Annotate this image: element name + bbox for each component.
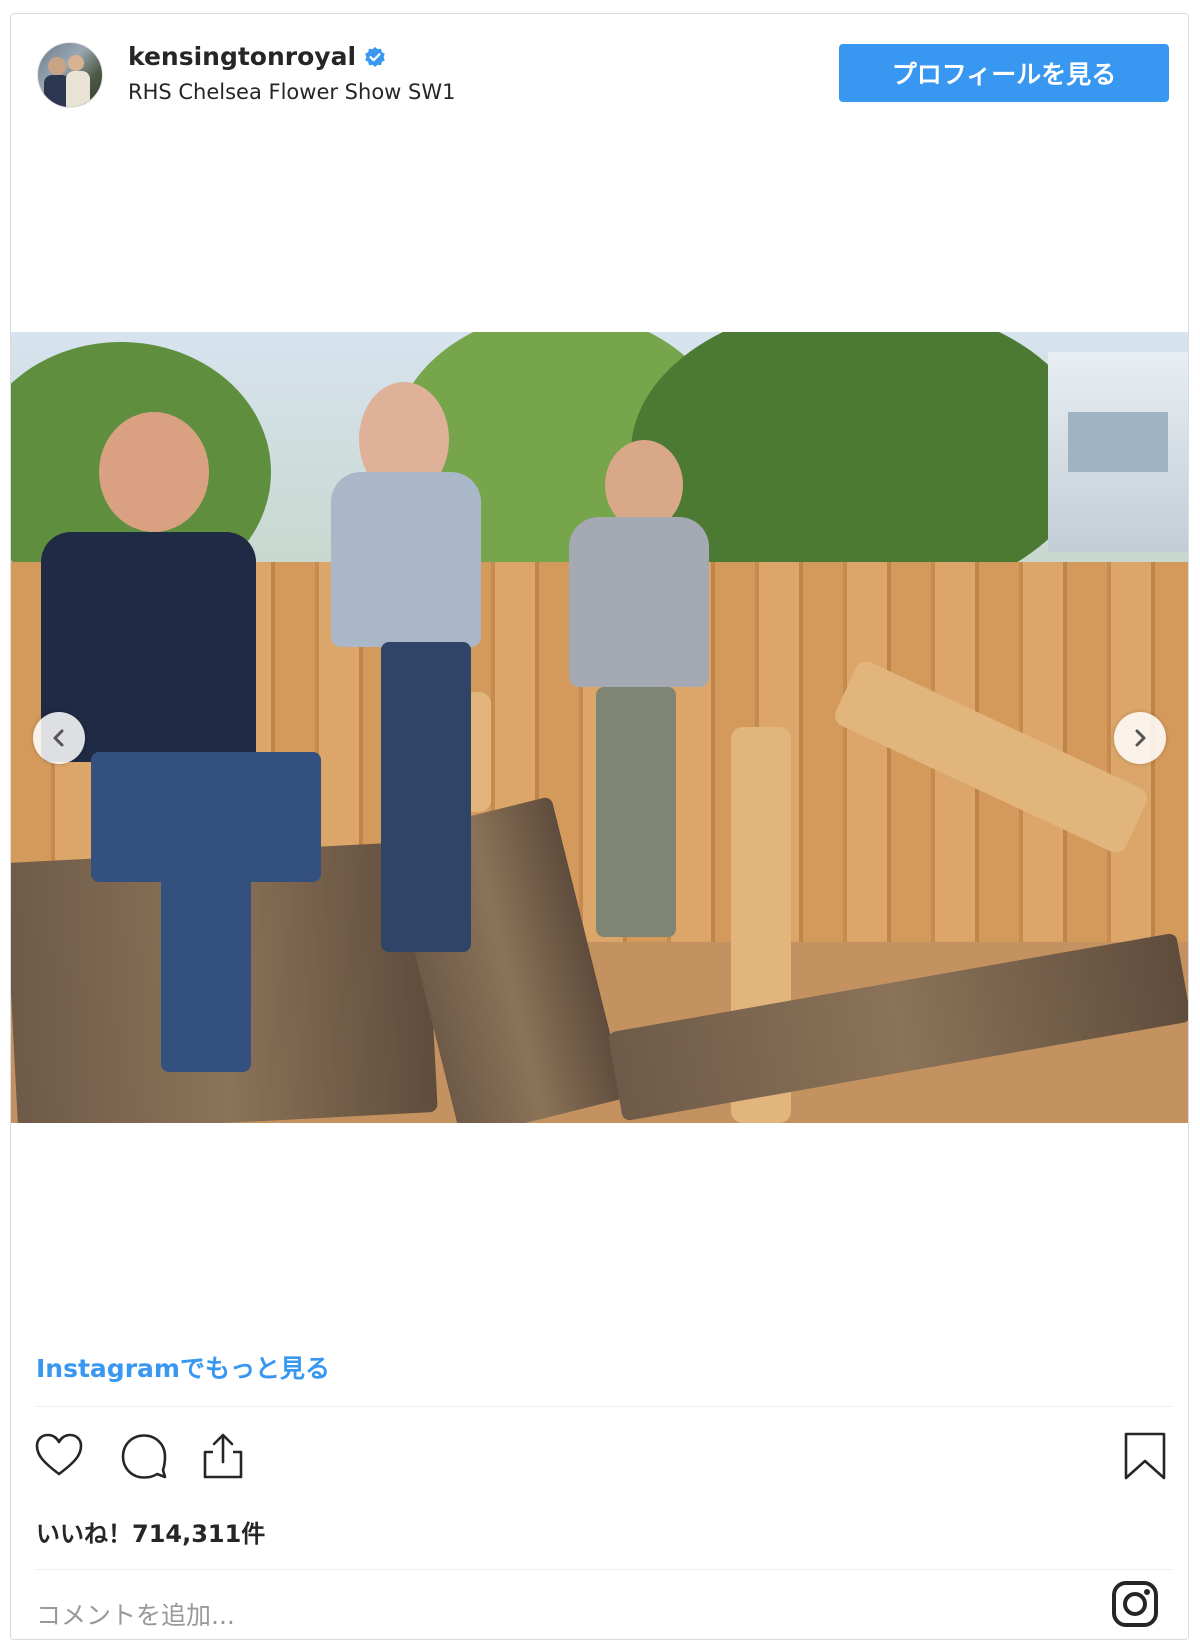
bookmark-icon[interactable] [1119, 1430, 1171, 1482]
more-on-instagram-link[interactable]: Instagramでもっと見る [36, 1349, 330, 1385]
chevron-right-icon [1135, 729, 1146, 747]
previous-photo-button[interactable] [33, 712, 85, 764]
avatar[interactable] [37, 42, 103, 108]
heart-icon[interactable] [33, 1430, 85, 1482]
instagram-icon[interactable] [1110, 1579, 1160, 1629]
view-profile-button[interactable]: プロフィールを見る [839, 44, 1169, 102]
post-photo[interactable] [11, 332, 1188, 1123]
share-icon[interactable] [197, 1430, 249, 1482]
username-link[interactable]: kensingtonroyal [128, 42, 356, 71]
chevron-left-icon [53, 729, 64, 747]
photo-building [1048, 352, 1188, 552]
comment-bubble-icon[interactable] [118, 1430, 170, 1482]
instagram-embed-card: kensingtonroyal RHS Chelsea Flower Show … [10, 13, 1189, 1640]
divider [36, 1406, 1173, 1407]
verified-badge-icon [365, 47, 385, 67]
comment-input[interactable]: コメントを追加... [36, 1596, 235, 1632]
location-link[interactable]: RHS Chelsea Flower Show SW1 [128, 80, 455, 104]
post-header: kensingtonroyal RHS Chelsea Flower Show … [11, 14, 1188, 144]
next-photo-button[interactable] [1114, 712, 1166, 764]
divider [36, 1569, 1173, 1570]
like-count[interactable]: いいね！714,311件 [36, 1514, 265, 1549]
